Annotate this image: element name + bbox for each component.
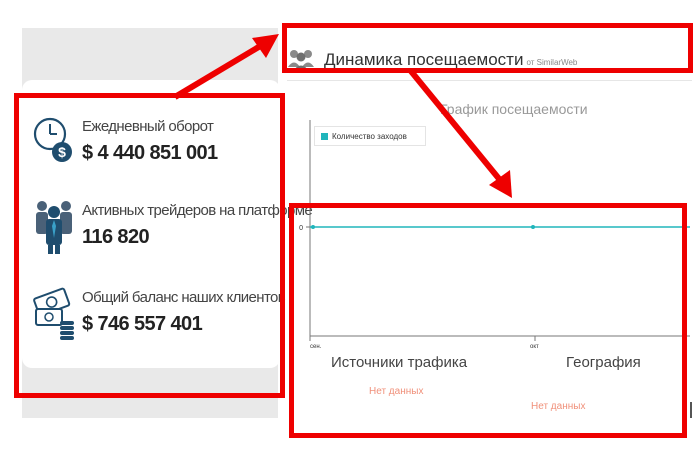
chart-legend[interactable]: Количество заходов (314, 126, 426, 146)
legend-label: Количество заходов (332, 132, 407, 141)
highlight-box-chart (289, 203, 687, 438)
highlight-box-header (282, 23, 693, 73)
legend-swatch (321, 133, 328, 140)
chart-title: График посещаемости (440, 101, 588, 117)
highlight-box-stats (14, 93, 285, 398)
header-divider (287, 80, 692, 81)
scroll-edge-mark (690, 402, 692, 418)
arrow-head-right (489, 170, 512, 198)
arrow-line-right (407, 68, 503, 182)
